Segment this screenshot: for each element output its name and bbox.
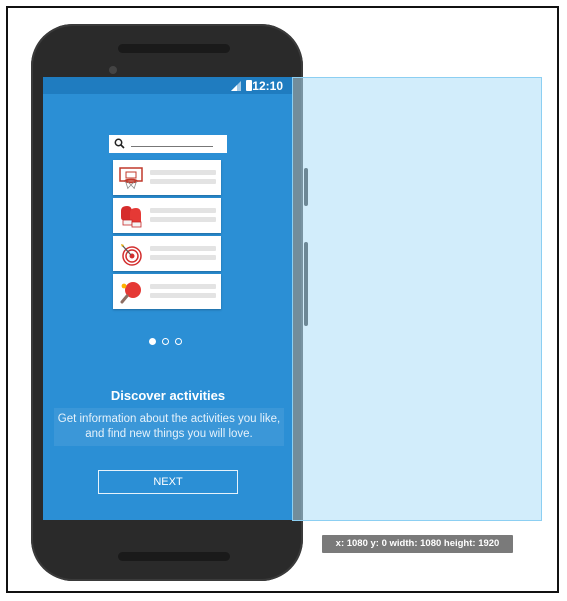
boxing-gloves-icon [121,206,142,228]
earpiece-speaker [118,44,230,53]
layout-bounds-overlay [292,77,542,521]
page-indicator [149,338,189,348]
page-dot-3[interactable] [175,338,182,345]
description-line-2: and find new things you will love. [85,428,253,440]
next-button[interactable]: NEXT [98,470,238,494]
list-item[interactable] [113,274,221,309]
search-icon [114,138,125,149]
description-line-1: Get information about the activities you… [57,413,281,425]
item-subtitle-placeholder [150,217,216,222]
darts-target-icon [121,244,142,266]
item-title-placeholder [150,208,216,213]
battery-icon [246,80,252,91]
camera-icon [109,66,117,74]
item-subtitle-placeholder [150,293,216,298]
item-title-placeholder [150,246,216,251]
status-bar: 12:10 [43,77,293,94]
page-dot-1[interactable] [149,338,156,345]
search-input[interactable] [109,135,227,153]
item-subtitle-placeholder [150,179,216,184]
item-title-placeholder [150,284,216,289]
table-tennis-icon [120,282,141,304]
bottom-speaker [118,552,230,561]
basketball-hoop-icon [119,167,143,190]
onboarding-description: Get information about the activities you… [54,408,284,446]
bounds-coordinates-label: x: 1080 y: 0 width: 1080 height: 1920 [322,535,513,553]
signal-icon [231,81,241,91]
page-dot-2[interactable] [162,338,169,345]
list-item[interactable] [113,160,221,195]
status-time: 12:10 [252,79,283,93]
onboarding-title: Discover activities [110,388,226,403]
list-item[interactable] [113,236,221,271]
search-input-underline [131,146,213,147]
item-subtitle-placeholder [150,255,216,260]
list-item[interactable] [113,198,221,233]
item-title-placeholder [150,170,216,175]
phone-screen: 12:10 Discover activities Get informatio… [43,77,293,520]
